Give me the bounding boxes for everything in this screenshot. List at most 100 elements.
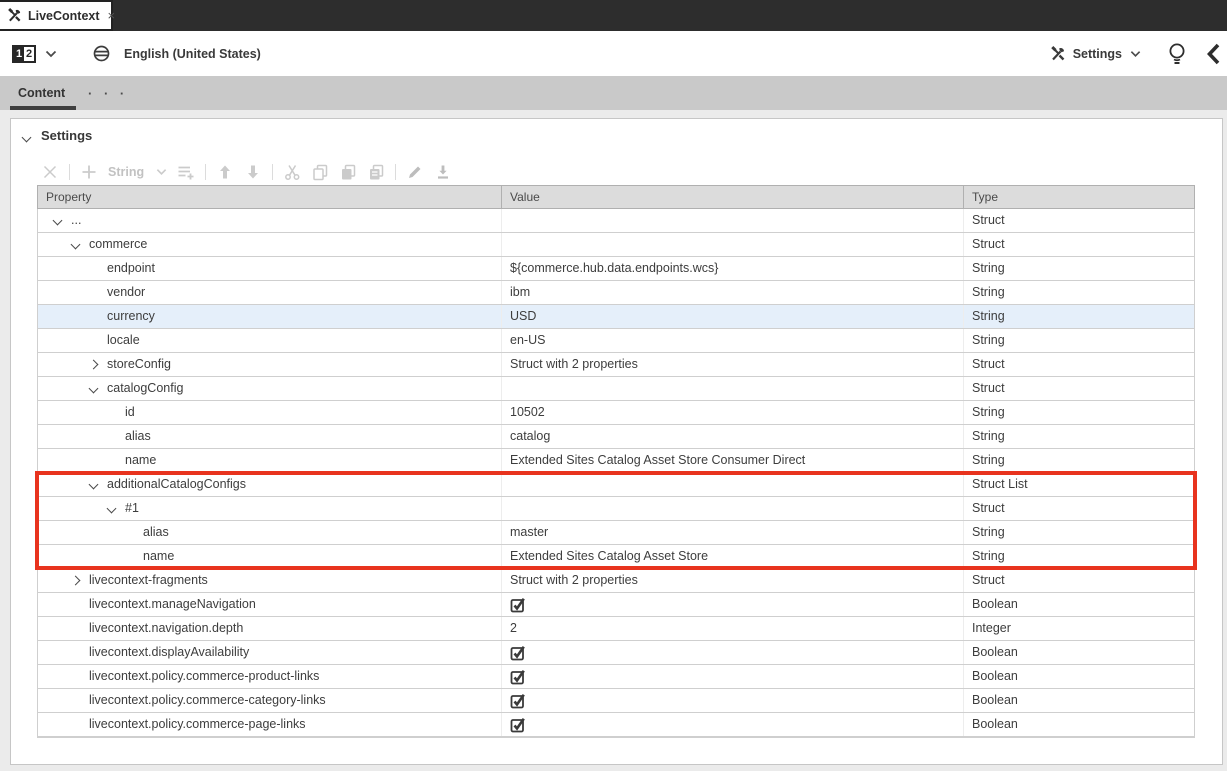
tab-content-label: Content: [18, 86, 65, 100]
table-row[interactable]: #1Struct: [38, 497, 1194, 521]
column-header-type[interactable]: Type: [963, 186, 1195, 208]
close-icon[interactable]: ×: [108, 8, 116, 23]
table-row[interactable]: storeConfigStruct with 2 propertiesStruc…: [38, 353, 1194, 377]
checked-checkbox-icon[interactable]: [510, 689, 527, 712]
collapse-chevron-icon[interactable]: [53, 216, 63, 226]
locale-label[interactable]: English (United States): [124, 47, 261, 61]
value-cell[interactable]: [501, 233, 963, 256]
remove-button[interactable]: [41, 163, 59, 181]
property-name: currency: [107, 309, 155, 323]
value-cell[interactable]: master: [501, 521, 963, 544]
table-row[interactable]: livecontext.navigation.depth2Integer: [38, 617, 1194, 641]
checked-checkbox-icon[interactable]: [510, 593, 527, 616]
edit-pencil-icon[interactable]: [406, 163, 424, 181]
collapse-chevron-icon[interactable]: [89, 384, 99, 394]
property-name: locale: [107, 333, 140, 347]
table-row[interactable]: id10502String: [38, 401, 1194, 425]
copy-icon[interactable]: [311, 163, 329, 181]
paste-special-icon[interactable]: [367, 163, 385, 181]
property-name: storeConfig: [107, 357, 171, 371]
type-cell: Struct List: [963, 473, 1195, 496]
paste-icon[interactable]: [339, 163, 357, 181]
table-row[interactable]: aliascatalogString: [38, 425, 1194, 449]
type-cell: Struct: [963, 209, 1195, 232]
value-cell[interactable]: Extended Sites Catalog Asset Store Consu…: [501, 449, 963, 472]
table-row[interactable]: vendoribmString: [38, 281, 1194, 305]
struct-property-table: Property Value Type ...StructcommerceStr…: [37, 185, 1195, 738]
value-cell[interactable]: [501, 209, 963, 232]
table-row[interactable]: nameExtended Sites Catalog Asset StoreSt…: [38, 545, 1194, 569]
move-down-button[interactable]: [244, 163, 262, 181]
settings-menu-label[interactable]: Settings: [1073, 47, 1122, 61]
table-row[interactable]: ...Struct: [38, 209, 1194, 233]
site-dropdown-chevron-icon[interactable]: [45, 50, 57, 58]
lightbulb-icon[interactable]: [1167, 42, 1187, 66]
checked-checkbox-icon[interactable]: [510, 665, 527, 688]
window-tab-livecontext[interactable]: LiveContext ×: [0, 0, 113, 31]
value-cell[interactable]: Extended Sites Catalog Asset Store: [501, 545, 963, 568]
property-name: #1: [125, 501, 139, 515]
value-cell[interactable]: [501, 641, 963, 664]
value-cell[interactable]: [501, 593, 963, 616]
expand-chevron-icon[interactable]: [89, 360, 99, 370]
add-property-button[interactable]: [80, 163, 98, 181]
table-row[interactable]: additionalCatalogConfigsStruct List: [38, 473, 1194, 497]
property-type-select[interactable]: String: [108, 165, 167, 179]
settings-panel-title: Settings: [41, 128, 92, 143]
table-row[interactable]: localeen-USString: [38, 329, 1194, 353]
table-row[interactable]: commerceStruct: [38, 233, 1194, 257]
table-row[interactable]: livecontext.manageNavigationBoolean: [38, 593, 1194, 617]
table-row[interactable]: catalogConfigStruct: [38, 377, 1194, 401]
table-row[interactable]: livecontext.policy.commerce-product-link…: [38, 665, 1194, 689]
collapse-chevron-icon[interactable]: [89, 480, 99, 490]
value-cell[interactable]: Struct with 2 properties: [501, 353, 963, 376]
expand-chevron-icon[interactable]: [71, 576, 81, 586]
add-to-list-button[interactable]: [177, 163, 195, 181]
value-cell[interactable]: 2: [501, 617, 963, 640]
table-row[interactable]: alias masterString: [38, 521, 1194, 545]
value-cell[interactable]: ibm: [501, 281, 963, 304]
checked-checkbox-icon[interactable]: [510, 641, 527, 664]
type-cell: String: [963, 521, 1195, 544]
value-cell[interactable]: [501, 713, 963, 736]
settings-panel-header[interactable]: Settings: [11, 119, 1222, 149]
column-header-value[interactable]: Value: [501, 186, 963, 208]
table-row[interactable]: livecontext.displayAvailabilityBoolean: [38, 641, 1194, 665]
table-row[interactable]: livecontext.policy.commerce-category-lin…: [38, 689, 1194, 713]
type-cell: Struct: [963, 569, 1195, 592]
checked-checkbox-icon[interactable]: [510, 713, 527, 736]
collapse-section-chevron-icon[interactable]: [22, 133, 32, 143]
collapse-chevron-icon[interactable]: [107, 504, 117, 514]
value-cell[interactable]: [501, 497, 963, 520]
value-cell[interactable]: 10502: [501, 401, 963, 424]
tab-content[interactable]: Content: [10, 76, 73, 110]
table-row[interactable]: livecontext.policy.commerce-page-linksBo…: [38, 713, 1194, 737]
table-row[interactable]: currencyUSDString: [38, 305, 1194, 329]
value-cell[interactable]: Struct with 2 properties: [501, 569, 963, 592]
value-cell[interactable]: [501, 665, 963, 688]
value-cell[interactable]: ${commerce.hub.data.endpoints.wcs}: [501, 257, 963, 280]
import-icon[interactable]: [434, 163, 452, 181]
move-up-button[interactable]: [216, 163, 234, 181]
collapse-panel-chevron-icon[interactable]: [1205, 42, 1221, 66]
property-name: alias: [143, 525, 169, 539]
collapse-chevron-icon[interactable]: [71, 240, 81, 250]
globe-icon: [93, 45, 110, 62]
table-row[interactable]: livecontext-fragmentsStruct with 2 prope…: [38, 569, 1194, 593]
value-cell[interactable]: [501, 473, 963, 496]
property-name: commerce: [89, 237, 147, 251]
settings-dropdown-chevron-icon[interactable]: [1130, 50, 1141, 58]
type-cell: String: [963, 401, 1195, 424]
value-cell[interactable]: en-US: [501, 329, 963, 352]
site-indicator-badge[interactable]: 1 2: [12, 45, 36, 63]
table-row[interactable]: endpoint ${commerce.hub.data.endpoints.wc…: [38, 257, 1194, 281]
value-cell[interactable]: catalog: [501, 425, 963, 448]
tab-overflow-menu[interactable]: · · ·: [88, 76, 128, 110]
value-cell[interactable]: USD: [501, 305, 963, 328]
column-header-property[interactable]: Property: [38, 186, 501, 208]
value-cell[interactable]: [501, 689, 963, 712]
property-name: endpoint: [107, 261, 155, 275]
value-cell[interactable]: [501, 377, 963, 400]
table-row[interactable]: nameExtended Sites Catalog Asset Store C…: [38, 449, 1194, 473]
cut-icon[interactable]: [283, 163, 301, 181]
